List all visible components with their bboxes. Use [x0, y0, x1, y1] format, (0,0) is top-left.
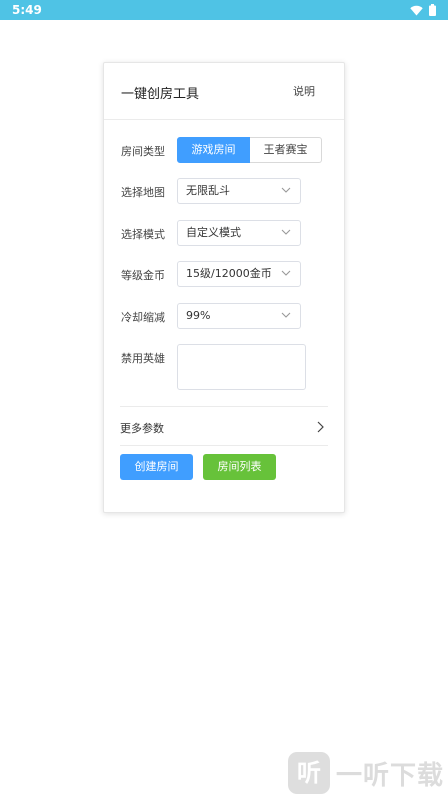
status-bar: 5:49 [0, 0, 448, 20]
chevron-right-icon [317, 421, 324, 433]
room-type-option-game[interactable]: 游戏房间 [177, 137, 250, 163]
chevron-down-icon [281, 229, 291, 235]
mode-label: 选择模式 [121, 228, 165, 241]
watermark-logo: 听 [288, 752, 330, 794]
cooldown-select-value: 99% [186, 309, 211, 322]
room-list-button[interactable]: 房间列表 [203, 454, 276, 480]
status-icons [410, 4, 436, 16]
wifi-icon [410, 5, 423, 15]
page-title: 一键创房工具 [121, 87, 200, 102]
level-gold-select[interactable]: 15级/12000金币 [177, 261, 301, 287]
chevron-down-icon [281, 270, 291, 276]
cooldown-select[interactable]: 99% [177, 303, 301, 329]
level-gold-label: 等级金币 [121, 269, 165, 282]
room-type-segmented: 游戏房间 王者赛宝 [177, 137, 322, 163]
cooldown-label: 冷却缩减 [121, 311, 165, 324]
ban-heroes-textarea[interactable] [177, 344, 306, 390]
create-room-card: 一键创房工具 说明 房间类型 游戏房间 王者赛宝 选择地图 无限乱斗 选择模式 … [103, 62, 345, 513]
more-params-row[interactable]: 更多参数 [120, 406, 328, 446]
chevron-down-icon [281, 312, 291, 318]
room-type-label: 房间类型 [121, 145, 165, 158]
room-type-option-tournament[interactable]: 王者赛宝 [250, 137, 322, 163]
create-room-button[interactable]: 创建房间 [120, 454, 193, 480]
battery-icon [429, 4, 436, 16]
chevron-down-icon [281, 187, 291, 193]
more-params-label: 更多参数 [120, 422, 164, 435]
mode-select[interactable]: 自定义模式 [177, 220, 301, 246]
mode-select-value: 自定义模式 [186, 226, 241, 239]
card-header: 一键创房工具 说明 [104, 63, 344, 120]
level-gold-select-value: 15级/12000金币 [186, 267, 272, 280]
ban-heroes-label: 禁用英雄 [121, 352, 165, 365]
watermark: 听 一听下载 [288, 752, 444, 794]
map-label: 选择地图 [121, 186, 165, 199]
map-select[interactable]: 无限乱斗 [177, 178, 301, 204]
help-link[interactable]: 说明 [293, 83, 315, 99]
status-time: 5:49 [12, 3, 42, 17]
map-select-value: 无限乱斗 [186, 184, 230, 197]
watermark-text: 一听下载 [336, 760, 445, 791]
